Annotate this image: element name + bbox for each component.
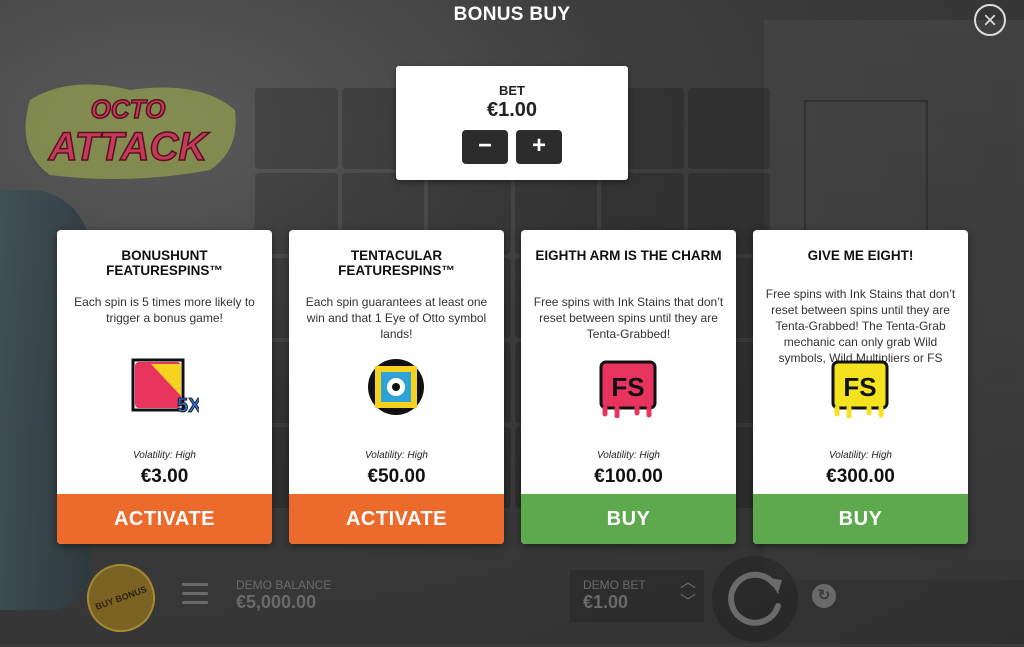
fs-pink-icon: FS [599, 360, 657, 418]
card-title: BONUSHUNT FEATURESPINS™ [106, 248, 223, 278]
card-title: GIVE ME EIGHT! [807, 248, 914, 263]
demo-bet-label: DEMO BET [583, 578, 646, 592]
activate-button[interactable]: ACTIVATE [289, 494, 504, 544]
card-description: Each spin guarantees at least one win an… [305, 295, 488, 341]
close-button[interactable]: × [974, 4, 1006, 36]
svg-text:OCTO: OCTO [91, 94, 166, 124]
buy-button[interactable]: BUY [521, 494, 736, 544]
bonus-card-bonushunt: BONUSHUNT FEATURESPINS™ Each spin is 5 t… [57, 230, 272, 544]
activate-button[interactable]: ACTIVATE [57, 494, 272, 544]
bet-increase-button[interactable]: + [516, 130, 562, 164]
demo-bet-value: €1.00 [583, 592, 629, 612]
spin-button[interactable] [712, 556, 798, 642]
eye-of-otto-icon [368, 359, 424, 415]
card-description: Free spins with Ink Stains that don’t re… [533, 295, 724, 341]
buy-button[interactable]: BUY [753, 494, 968, 544]
card-price: €3.00 [140, 466, 189, 487]
hamburger-icon [182, 583, 208, 586]
bet-value: €1.00 [486, 99, 538, 121]
card-description: Each spin is 5 times more likely to trig… [74, 295, 255, 325]
multiplier-text: 5X [177, 395, 199, 417]
fs-text: FS [843, 372, 876, 402]
bonushunt-5x-icon: 5X [131, 358, 199, 417]
card-volatility: Volatility: High [829, 450, 892, 461]
card-volatility: Volatility: High [133, 450, 196, 461]
spin-icon [728, 571, 782, 626]
chevron-down-icon[interactable]: ﹀ [680, 593, 696, 613]
autoplay-button[interactable]: ↻ [812, 584, 836, 608]
demo-balance-label: DEMO BALANCE [236, 578, 332, 592]
bonus-card-tentacular: TENTACULAR FEATURESPINS™ Each spin guara… [289, 230, 504, 544]
demo-balance-value: €5,000.00 [236, 592, 317, 612]
bet-decrease-button[interactable]: − [462, 130, 508, 164]
close-icon: × [982, 7, 997, 34]
card-price: €100.00 [594, 466, 663, 487]
fs-text: FS [611, 372, 644, 402]
fs-yellow-icon: FS [831, 360, 889, 418]
menu-button[interactable] [182, 583, 208, 605]
card-volatility: Volatility: High [597, 450, 660, 461]
card-title: EIGHTH ARM IS THE CHARM [535, 248, 722, 263]
card-price: €300.00 [826, 466, 895, 487]
chevron-up-icon[interactable]: ︿ [680, 573, 696, 593]
bet-label: BET [499, 83, 525, 98]
game-logo: OCTO ATTACK [25, 84, 236, 179]
bonus-card-eighth-arm: EIGHTH ARM IS THE CHARM Free spins with … [521, 230, 736, 544]
autoplay-icon: ↻ [817, 587, 831, 604]
bet-panel: BET €1.00 − + [396, 66, 628, 180]
page-title: BONUS BUY [453, 4, 571, 25]
svg-text:ATTACK: ATTACK [48, 125, 211, 169]
card-volatility: Volatility: High [365, 450, 428, 461]
card-title: TENTACULAR FEATURESPINS™ [338, 248, 455, 278]
bet-arrows[interactable]: ︿ ﹀ [680, 573, 696, 613]
bonus-card-give-me-eight: GIVE ME EIGHT! Free spins with Ink Stain… [753, 230, 968, 544]
card-price: €50.00 [367, 466, 426, 487]
